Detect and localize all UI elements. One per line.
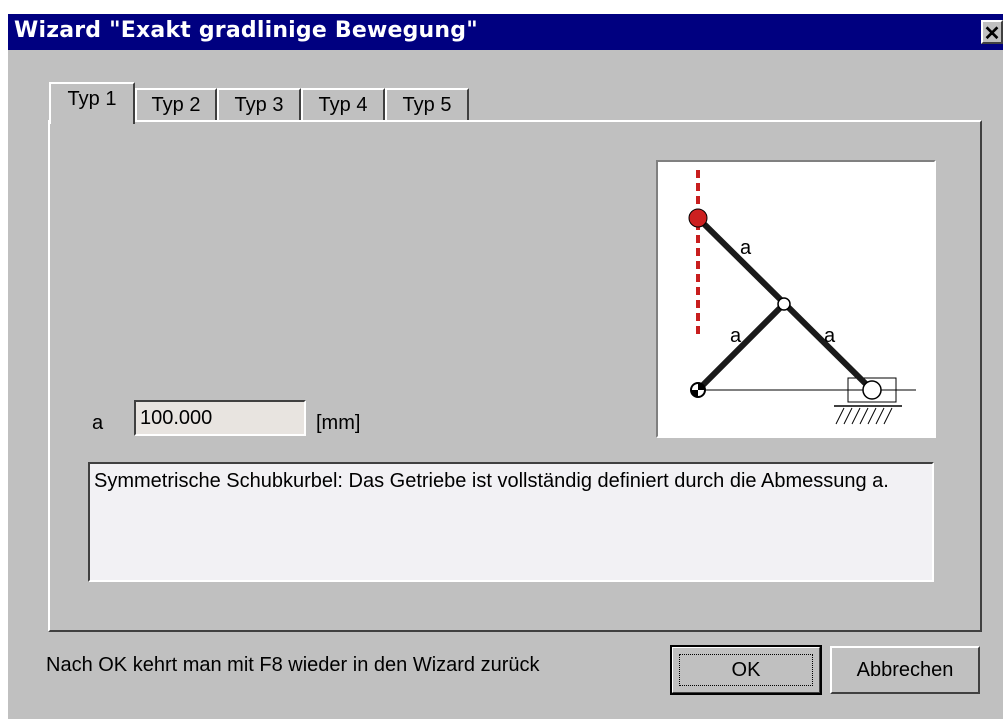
footer-note: Nach OK kehrt man mit F8 wieder in den W… bbox=[46, 654, 540, 676]
tab-label: Typ 2 bbox=[151, 94, 201, 116]
tab-typ-5[interactable]: Typ 5 bbox=[385, 88, 469, 122]
tab-typ-4[interactable]: Typ 4 bbox=[301, 88, 385, 122]
tab-typ-2[interactable]: Typ 2 bbox=[135, 88, 217, 122]
crank-link bbox=[695, 301, 787, 393]
close-button[interactable]: ✕ bbox=[981, 20, 1003, 45]
cancel-button[interactable]: Abbrechen bbox=[830, 646, 980, 694]
unit-label: [mm] bbox=[316, 412, 361, 434]
description-box: Symmetrische Schubkurbel: Das Getriebe i… bbox=[88, 462, 934, 582]
middle-joint bbox=[777, 297, 791, 311]
tab-typ-1[interactable]: Typ 1 bbox=[49, 82, 135, 124]
tab-label: Typ 3 bbox=[234, 94, 284, 116]
link-label-a: a bbox=[740, 237, 752, 259]
coupler-point bbox=[688, 208, 708, 228]
tab-panel: a a a a [mm] Symmetrische Schubkurbel: D… bbox=[48, 120, 982, 632]
link-label-a: a bbox=[824, 325, 836, 347]
tab-label: Typ 1 bbox=[67, 88, 117, 110]
ground-hatch bbox=[835, 407, 893, 425]
tab-label: Typ 5 bbox=[402, 94, 452, 116]
tab-typ-3[interactable]: Typ 3 bbox=[217, 88, 301, 122]
link-label-a: a bbox=[730, 325, 742, 347]
cancel-label: Abbrechen bbox=[856, 659, 954, 681]
param-a-label: a bbox=[92, 412, 104, 434]
mechanism-diagram: a a a bbox=[656, 160, 936, 438]
param-a-input[interactable] bbox=[134, 400, 306, 436]
window-title: Wizard "Exakt gradlinige Bewegung" bbox=[14, 18, 478, 43]
ok-button[interactable]: OK bbox=[670, 645, 822, 695]
title-bar: Wizard "Exakt gradlinige Bewegung" ✕ bbox=[8, 14, 1003, 50]
mechanism-svg: a a a bbox=[688, 170, 916, 425]
tab-label: Typ 4 bbox=[318, 94, 368, 116]
slider-joint bbox=[862, 380, 882, 400]
wizard-dialog: Wizard "Exakt gradlinige Bewegung" ✕ Typ… bbox=[8, 14, 1003, 719]
focus-rect bbox=[679, 654, 813, 686]
